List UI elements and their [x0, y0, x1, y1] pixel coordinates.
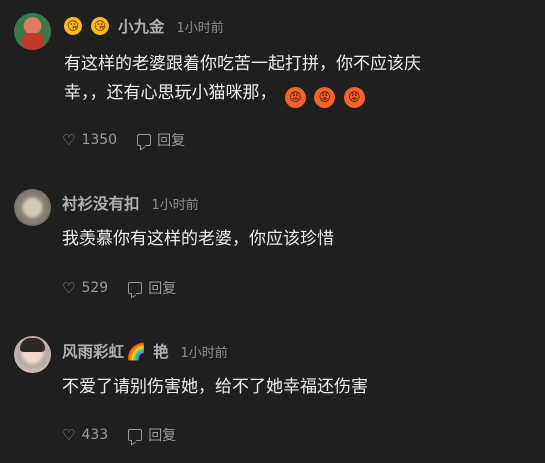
timestamp: 1小时前	[176, 20, 224, 36]
kiss-emoji-icon: 😘	[64, 17, 82, 35]
username[interactable]: 风雨彩虹	[62, 340, 124, 362]
comment-text-line: 有这样的老婆跟着你吃苦一起打拼，你不应该庆	[64, 54, 421, 74]
avatar[interactable]	[14, 189, 51, 226]
timestamp: 1小时前	[151, 197, 199, 213]
comment-header: 😘 😘 小九金 1小时前	[64, 15, 224, 37]
avatar[interactable]	[14, 13, 51, 50]
angry-emoji-icon: 😡	[314, 87, 336, 108]
comment-text: 我羡慕你有这样的老婆，你应该珍惜	[62, 225, 334, 254]
angry-emoji-icon: 😡	[284, 87, 306, 108]
comment-text: 有这样的老婆跟着你吃苦一起打拼，你不应该庆 幸，，还有心思玩小猫咪那， 😡 😡 …	[64, 50, 421, 108]
avatar[interactable]	[14, 336, 51, 373]
heart-icon[interactable]: ♡	[62, 131, 75, 149]
comment-header: 风雨彩虹 🌈 艳 1小时前	[62, 340, 228, 362]
heart-icon[interactable]: ♡	[62, 279, 75, 297]
reply-button[interactable]: 回复	[148, 278, 176, 298]
username-suffix[interactable]: 艳	[153, 340, 169, 362]
like-count[interactable]: 433	[81, 427, 108, 443]
like-count[interactable]: 1350	[81, 132, 117, 148]
reply-button[interactable]: 回复	[148, 425, 176, 445]
kiss-emoji-icon: 😘	[91, 17, 109, 35]
comment-text-line: 不爱了请别伤害她，给不了她幸福还伤害	[62, 377, 368, 397]
rainbow-emoji-icon: 🌈	[126, 341, 146, 361]
timestamp: 1小时前	[180, 345, 228, 361]
comment-text-line: 我羡慕你有这样的老婆，你应该珍惜	[62, 229, 334, 249]
comment-text-line: 幸，，还有心思玩小猫咪那，	[64, 83, 277, 103]
comment-bubble-icon[interactable]	[137, 134, 152, 146]
angry-emoji-icon: 😡	[343, 87, 365, 108]
comment-actions: ♡ 1350 回复	[62, 130, 185, 150]
comment-actions: ♡ 529 回复	[62, 278, 176, 298]
heart-icon[interactable]: ♡	[62, 426, 75, 444]
username[interactable]: 小九金	[118, 15, 165, 37]
like-count[interactable]: 529	[81, 280, 108, 296]
comment-actions: ♡ 433 回复	[62, 425, 176, 445]
reply-button[interactable]: 回复	[157, 130, 185, 150]
comment-bubble-icon[interactable]	[128, 282, 143, 294]
username[interactable]: 衬衫没有扣	[62, 192, 140, 214]
comment-header: 衬衫没有扣 1小时前	[62, 192, 199, 214]
comment-text-line-wrap: 幸，，还有心思玩小猫咪那， 😡 😡 😡	[64, 79, 421, 108]
comment-bubble-icon[interactable]	[128, 429, 143, 441]
comment-text: 不爱了请别伤害她，给不了她幸福还伤害	[62, 373, 368, 402]
